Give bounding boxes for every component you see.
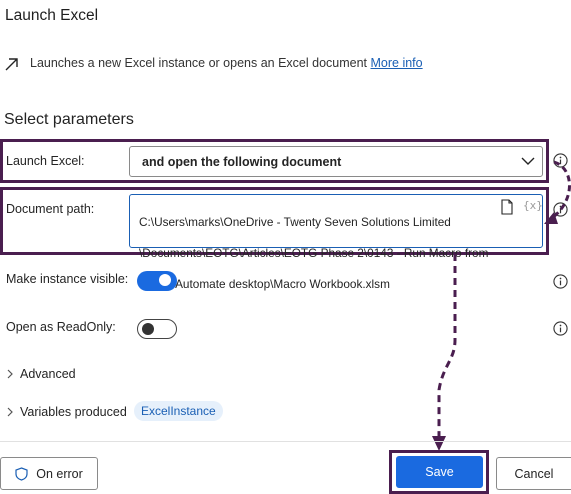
document-path-label: Document path:: [6, 202, 95, 216]
advanced-label: Advanced: [20, 367, 76, 381]
make-visible-info-icon[interactable]: [553, 274, 568, 289]
launch-excel-select[interactable]: and open the following document: [129, 146, 543, 177]
variable-badge[interactable]: ExcelInstance: [134, 401, 223, 421]
section-heading: Select parameters: [4, 111, 134, 128]
toggle-knob: [159, 274, 171, 286]
description: Launches a new Excel instance or opens a…: [30, 56, 423, 70]
shield-icon: [15, 466, 28, 481]
description-text: Launches a new Excel instance or opens a…: [30, 56, 368, 70]
arrow-up-right-icon: [5, 58, 18, 71]
on-error-button[interactable]: On error: [0, 457, 98, 490]
document-path-input[interactable]: C:\Users\marks\OneDrive - Twenty Seven S…: [129, 194, 543, 291]
save-button[interactable]: Save: [396, 456, 483, 488]
footer-divider: [0, 441, 571, 442]
file-icon[interactable]: [500, 199, 514, 215]
launch-excel-value: and open the following document: [142, 155, 342, 169]
make-visible-toggle[interactable]: [137, 271, 177, 291]
make-visible-label: Make instance visible:: [6, 272, 129, 286]
advanced-expander[interactable]: Advanced: [6, 367, 76, 381]
annotation-dashed-arrow: [432, 254, 457, 451]
cancel-button[interactable]: Cancel: [496, 457, 571, 490]
dialog-title: Launch Excel: [5, 7, 99, 24]
chevron-right-icon: [7, 369, 13, 379]
read-only-toggle[interactable]: [137, 319, 177, 339]
more-info-link[interactable]: More info: [371, 56, 423, 70]
variables-label: Variables produced: [20, 405, 127, 419]
read-only-info-icon[interactable]: [553, 321, 568, 336]
launch-excel-label: Launch Excel:: [6, 154, 85, 168]
variables-expander[interactable]: Variables produced: [6, 405, 127, 419]
annotation-curve: [544, 160, 571, 224]
on-error-label: On error: [36, 466, 83, 481]
read-only-label: Open as ReadOnly:: [6, 320, 116, 334]
toggle-knob: [142, 322, 154, 335]
chevron-down-icon: [521, 157, 535, 165]
document-path-line-1: C:\Users\marks\OneDrive - Twenty Seven S…: [139, 214, 451, 229]
chevron-right-icon: [7, 407, 13, 417]
